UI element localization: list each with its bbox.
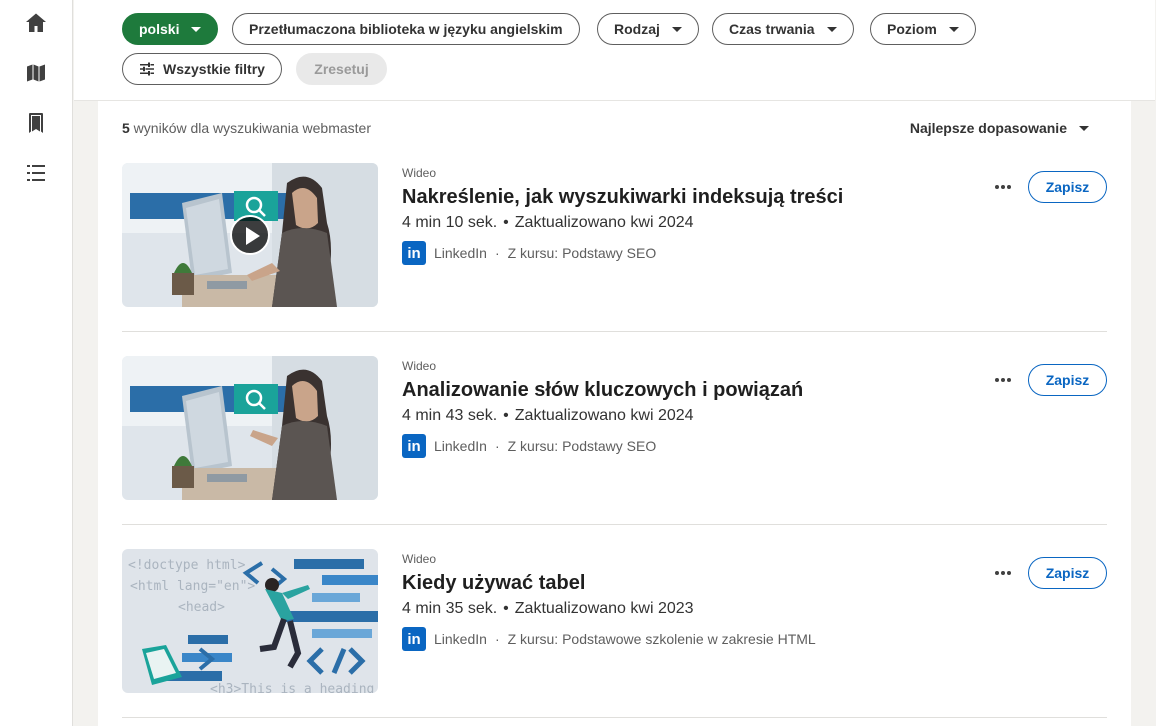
video-thumbnail[interactable] (122, 356, 378, 500)
updated-text: Zaktualizowano kwi 2024 (514, 407, 694, 424)
course-link[interactable]: Z kursu: Podstawy SEO (508, 245, 657, 261)
result-source: in LinkedIn · Z kursu: Podstawowe szkolenie… (402, 627, 982, 651)
duration-filter-label: Czas trwania (729, 21, 815, 37)
separator-dot: · (494, 631, 500, 647)
result-meta: Wideo Analizowanie słów kluczowych i pow… (402, 358, 982, 458)
result-info: 4 min 35 sek. • Zaktualizowano kwi 2023 (402, 598, 982, 620)
all-filters-label: Wszystkie filtry (163, 61, 265, 77)
sort-dropdown[interactable]: Najlepsze dopasowanie (910, 120, 1089, 136)
filter-bar: polski Przetłumaczona biblioteka w język… (74, 0, 1155, 101)
separator-dot: • (503, 600, 509, 617)
save-button[interactable]: Zapisz (1028, 171, 1107, 203)
result-info: 4 min 43 sek. • Zaktualizowano kwi 2024 (402, 405, 982, 427)
results-panel: 5 wyników dla wyszukiwania webmaster Naj… (98, 101, 1131, 726)
provider-name: LinkedIn (434, 245, 487, 261)
reset-button[interactable]: Zresetuj (296, 53, 387, 85)
level-filter-chip[interactable]: Poziom (870, 13, 976, 45)
result-item: Wideo Analizowanie słów kluczowych i pow… (122, 356, 1107, 525)
result-info: 4 min 10 sek. • Zaktualizowano kwi 2024 (402, 212, 982, 234)
reset-label: Zresetuj (314, 61, 369, 77)
map-icon[interactable] (20, 57, 52, 89)
separator-dot: • (503, 407, 509, 424)
updated-text: Zaktualizowano kwi 2023 (514, 600, 694, 617)
caret-down-icon (671, 26, 682, 32)
more-options-icon[interactable] (990, 368, 1016, 392)
thumb-code-line: <html lang="en"> (130, 579, 255, 594)
type-filter-label: Rodzaj (614, 21, 660, 37)
result-meta: Wideo Kiedy używać tabel 4 min 35 sek. • Z… (402, 551, 982, 651)
results-count-number: 5 (122, 120, 130, 136)
list-icon[interactable] (20, 157, 52, 189)
provider-name: LinkedIn (434, 438, 487, 454)
linkedin-logo-icon: in (402, 241, 426, 265)
video-thumbnail[interactable]: <!doctype html> <html lang="en"> <head> … (122, 549, 378, 693)
caret-down-icon (1079, 125, 1089, 131)
result-item: <!doctype html> <html lang="en"> <head> … (122, 549, 1107, 718)
thumbnail-image: <!doctype html> <html lang="en"> <head> … (122, 549, 378, 693)
video-thumbnail[interactable] (122, 163, 378, 307)
content-type-label: Wideo (402, 166, 437, 180)
duration-text: 4 min 35 sek. (402, 600, 498, 617)
results-count-text: wyników dla wyszukiwania webmaster (129, 120, 371, 136)
thumb-code-line: <!doctype html> (128, 558, 246, 573)
linkedin-logo-icon: in (402, 434, 426, 458)
separator-dot: · (494, 438, 500, 454)
separator-dot: · (494, 245, 500, 261)
library-icon[interactable] (20, 107, 52, 139)
duration-text: 4 min 10 sek. (402, 214, 498, 231)
results-count: 5 wyników dla wyszukiwania webmaster (122, 120, 371, 136)
result-source: in LinkedIn · Z kursu: Podstawy SEO (402, 241, 982, 265)
provider-name: LinkedIn (434, 631, 487, 647)
language-filter-chip[interactable]: polski (122, 13, 219, 45)
left-sidebar (0, 0, 73, 726)
home-icon[interactable] (20, 7, 52, 39)
course-link[interactable]: Z kursu: Podstawy SEO (508, 438, 657, 454)
translated-library-chip[interactable]: Przetłumaczona biblioteka w języku angie… (232, 13, 580, 45)
type-filter-chip[interactable]: Rodzaj (597, 13, 699, 45)
duration-filter-chip[interactable]: Czas trwania (712, 13, 854, 45)
save-button[interactable]: Zapisz (1028, 364, 1107, 396)
caret-down-icon (826, 26, 837, 32)
result-title-link[interactable]: Analizowanie słów kluczowych i powiązań (402, 377, 982, 403)
result-item: Wideo Nakreślenie, jak wyszukiwarki inde… (122, 163, 1107, 332)
result-title-link[interactable]: Nakreślenie, jak wyszukiwarki indeksują … (402, 184, 982, 210)
thumbnail-image (122, 356, 378, 500)
all-filters-button[interactable]: Wszystkie filtry (122, 53, 282, 85)
thumb-code-line: <h3>This is a heading (210, 682, 374, 693)
caret-down-icon (948, 26, 959, 32)
play-icon (230, 215, 270, 255)
content-type-label: Wideo (402, 359, 437, 373)
sliders-icon (140, 62, 154, 76)
separator-dot: • (503, 214, 509, 231)
result-meta: Wideo Nakreślenie, jak wyszukiwarki inde… (402, 165, 982, 265)
result-title-link[interactable]: Kiedy używać tabel (402, 570, 982, 596)
translated-library-label: Przetłumaczona biblioteka w języku angie… (249, 21, 563, 37)
more-options-icon[interactable] (990, 561, 1016, 585)
content-type-label: Wideo (402, 552, 437, 566)
language-filter-label: polski (139, 21, 180, 37)
thumb-code-line: <head> (178, 600, 225, 615)
more-options-icon[interactable] (990, 175, 1016, 199)
duration-text: 4 min 43 sek. (402, 407, 498, 424)
updated-text: Zaktualizowano kwi 2024 (514, 214, 694, 231)
sort-label: Najlepsze dopasowanie (909, 120, 1067, 136)
level-filter-label: Poziom (887, 21, 937, 37)
course-link[interactable]: Z kursu: Podstawowe szkolenie w zakresie… (508, 631, 816, 647)
caret-down-icon (191, 26, 202, 32)
result-source: in LinkedIn · Z kursu: Podstawy SEO (402, 434, 982, 458)
save-button[interactable]: Zapisz (1028, 557, 1107, 589)
linkedin-logo-icon: in (402, 627, 426, 651)
